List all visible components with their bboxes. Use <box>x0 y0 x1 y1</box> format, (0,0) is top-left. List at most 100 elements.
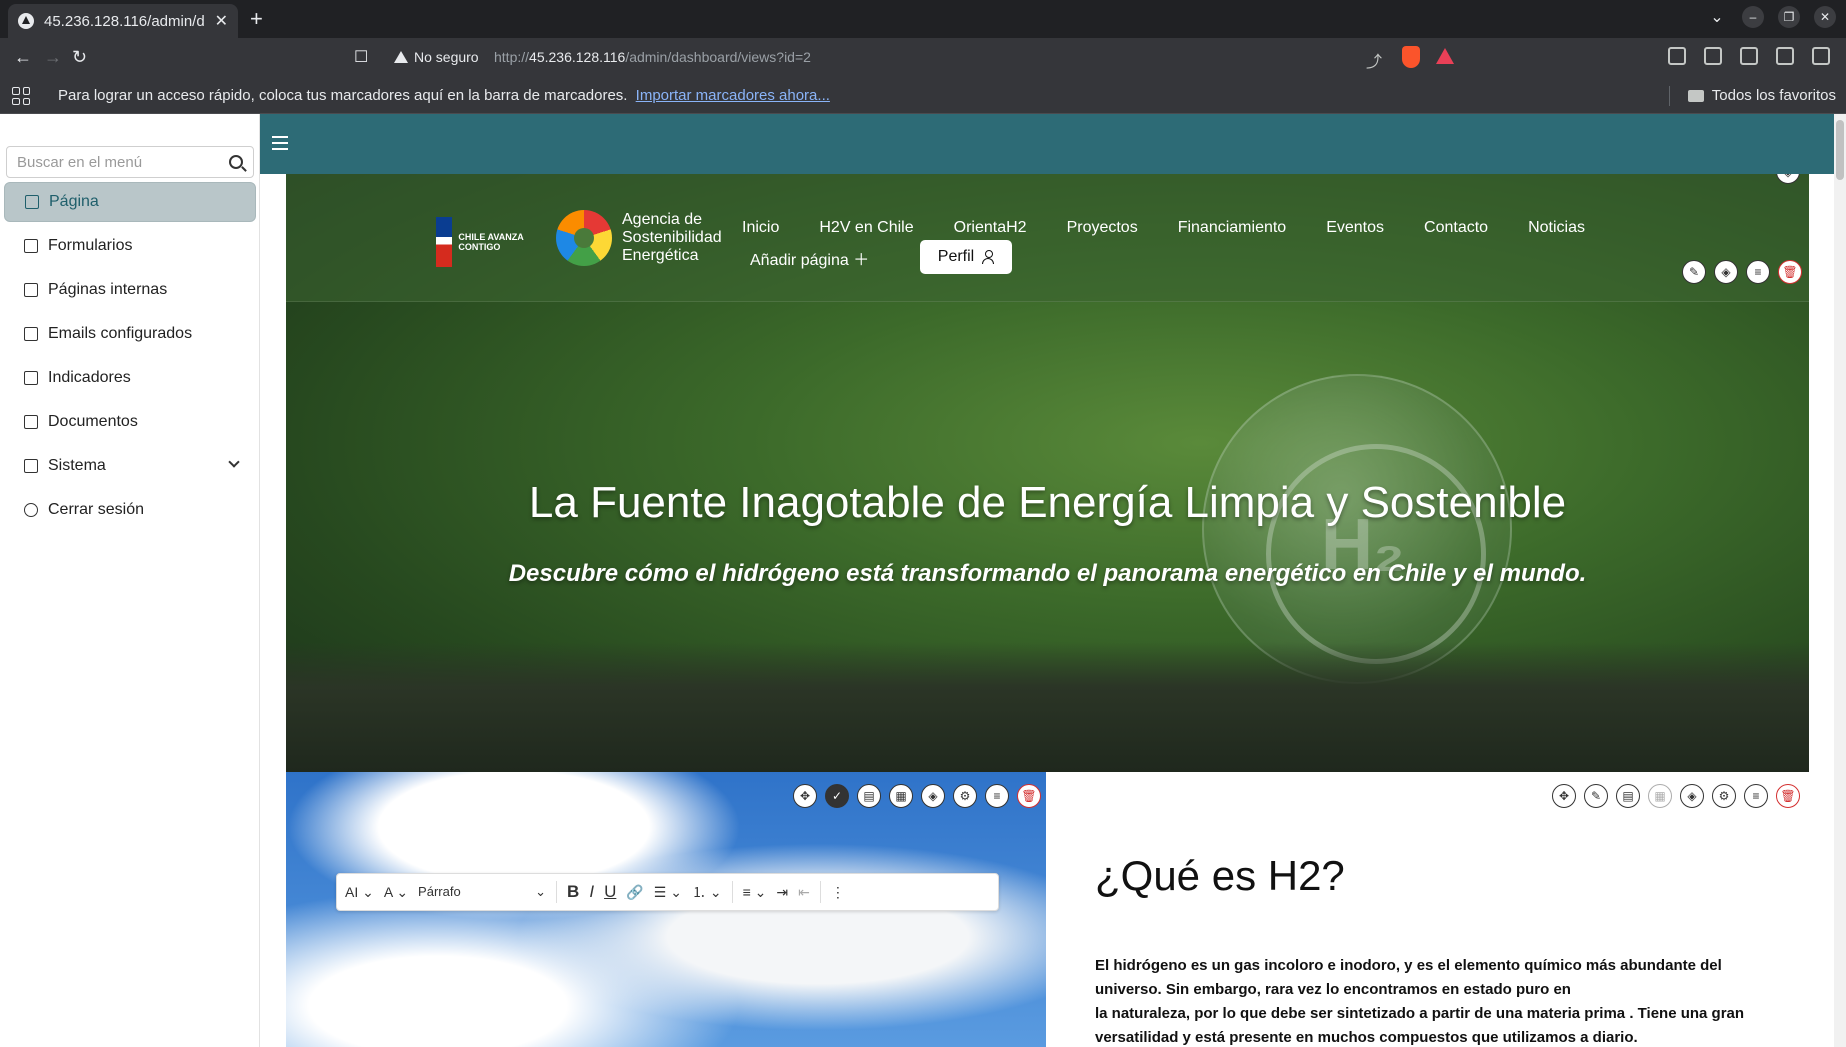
paint-bucket-icon[interactable]: ◈ <box>1714 260 1738 284</box>
scrollbar-thumb[interactable] <box>1836 120 1844 180</box>
link-icon[interactable]: 🔗 <box>626 884 643 901</box>
header-toolbar: ◈ <box>1776 174 1800 184</box>
edit-icon[interactable]: ✎ <box>1584 784 1608 808</box>
close-window-icon[interactable]: ✕ <box>1814 6 1836 28</box>
nav-financiamiento[interactable]: Financiamiento <box>1178 219 1287 237</box>
bullet-list-dropdown[interactable]: ☰ ⌄ <box>654 884 682 901</box>
check-icon[interactable]: ✓ <box>825 784 849 808</box>
import-bookmarks-link[interactable]: Importar marcadores ahora... <box>636 87 830 104</box>
site-header: CHILE AVANZA CONTIGO Agencia de Sostenib… <box>286 174 1809 302</box>
address-input[interactable]: http://45.236.128.116/admin/dashboard/vi… <box>494 49 811 65</box>
gobierno-logo[interactable]: CHILE AVANZA CONTIGO <box>436 216 540 268</box>
delete-icon[interactable]: 🗑 <box>1778 260 1802 284</box>
minimize-icon[interactable]: – <box>1742 6 1764 28</box>
section-title[interactable]: ¿Qué es H2? <box>1095 852 1345 900</box>
restore-icon[interactable]: ❐ <box>1778 6 1800 28</box>
hero-subtitle[interactable]: Descubre cómo el hidrógeno está transfor… <box>286 560 1809 588</box>
forward-icon[interactable]: → <box>44 47 62 68</box>
apps-grid-icon[interactable] <box>12 87 30 105</box>
sidebar-item-cerrar-sesion[interactable]: Cerrar sesión <box>4 490 256 530</box>
nav-noticias[interactable]: Noticias <box>1528 219 1585 237</box>
profile-button[interactable]: Perfil <box>920 240 1012 274</box>
profile-label: Perfil <box>937 248 975 265</box>
url-prefix: http:// <box>494 49 530 65</box>
text-color-dropdown[interactable]: A ⌄ <box>384 884 408 901</box>
security-indicator[interactable]: No seguro <box>394 49 479 65</box>
folder-icon <box>1687 89 1704 102</box>
brave-shield-icon[interactable] <box>1402 46 1420 68</box>
browser-chrome: 45.236.128.116/admin/d ✕ + ⌄ – ❐ ✕ ← → ↻… <box>0 0 1846 114</box>
menu-search[interactable] <box>6 146 254 178</box>
nav-orientah2[interactable]: OrientaH2 <box>954 219 1027 237</box>
paint-bucket-icon[interactable]: ◈ <box>921 784 945 808</box>
nav-contacto[interactable]: Contacto <box>1424 219 1488 237</box>
search-icon[interactable] <box>229 155 243 169</box>
reload-icon[interactable]: ↻ <box>72 47 87 68</box>
menu-icon[interactable] <box>1812 47 1830 65</box>
nav-inicio[interactable]: Inicio <box>742 219 779 237</box>
list-icon[interactable]: ≡ <box>985 784 1009 808</box>
align-dropdown[interactable]: ≡ ⌄ <box>743 884 767 901</box>
bookmark-icon[interactable]: ☐ <box>354 47 368 67</box>
move-icon[interactable]: ✥ <box>1552 784 1576 808</box>
agency-logo[interactable]: Agencia de Sostenibilidad Energética <box>556 210 722 266</box>
list-icon[interactable]: ≡ <box>1746 260 1770 284</box>
back-icon[interactable]: ← <box>14 47 32 68</box>
nav-eventos[interactable]: Eventos <box>1326 219 1384 237</box>
browser-tab[interactable]: 45.236.128.116/admin/d ✕ <box>8 4 238 38</box>
numbered-list-dropdown[interactable]: ⒈ ⌄ <box>692 882 722 902</box>
paint-bucket-icon[interactable]: ◈ <box>1776 174 1800 184</box>
sidebar-item-sistema[interactable]: Sistema <box>4 446 256 486</box>
file-icon[interactable]: ▤ <box>857 784 881 808</box>
bold-icon[interactable]: B <box>567 882 579 902</box>
delete-icon[interactable]: 🗑 <box>1776 784 1800 808</box>
sidebar-item-formularios[interactable]: Formularios <box>4 226 256 266</box>
hero-title[interactable]: La Fuente Inagotable de Energía Limpia y… <box>286 478 1809 528</box>
sidebar-item-pagina[interactable]: Página <box>4 182 256 222</box>
more-options-icon[interactable]: ⋮ <box>831 884 845 901</box>
extensions-icon[interactable] <box>1668 47 1686 65</box>
font-size-dropdown[interactable]: AI ⌄ <box>345 884 374 901</box>
text-block[interactable]: ¿Qué es H2? El hidrógeno es un gas incol… <box>1046 772 1809 1047</box>
indent-icon[interactable]: ⇥ <box>776 884 788 901</box>
sidebar-item-paginas-internas[interactable]: Páginas internas <box>4 270 256 310</box>
all-favorites[interactable]: Todos los favoritos <box>1687 87 1836 104</box>
outdent-icon[interactable]: ⇤ <box>798 884 810 901</box>
add-page-button[interactable]: Añadir página ＋ <box>750 246 869 270</box>
edit-icon[interactable]: ✎ <box>1682 260 1706 284</box>
sidebar-item-emails[interactable]: Emails configurados <box>4 314 256 354</box>
sidebar-toggle-icon[interactable] <box>1704 47 1722 65</box>
sidebar-item-documentos[interactable]: Documentos <box>4 402 256 442</box>
file-icon[interactable]: ▤ <box>1616 784 1640 808</box>
menu-search-input[interactable] <box>17 153 229 171</box>
nav-proyectos[interactable]: Proyectos <box>1067 219 1138 237</box>
tab-list-chevron-icon[interactable]: ⌄ <box>1706 6 1728 28</box>
wallet-icon[interactable] <box>1740 47 1758 65</box>
paint-bucket-icon[interactable]: ◈ <box>1680 784 1704 808</box>
settings-icon[interactable]: ⚙ <box>1712 784 1736 808</box>
underline-icon[interactable]: U <box>604 882 616 902</box>
brave-rewards-icon[interactable] <box>1436 48 1454 64</box>
grid-icon[interactable]: ▦ <box>889 784 913 808</box>
close-tab-icon[interactable]: ✕ <box>215 11 228 31</box>
italic-icon[interactable]: I <box>589 882 594 902</box>
grid-icon[interactable]: ▦ <box>1648 784 1672 808</box>
move-icon[interactable]: ✥ <box>793 784 817 808</box>
new-tab-icon[interactable]: + <box>250 6 263 32</box>
section-paragraph[interactable]: El hidrógeno es un gas incoloro e inodor… <box>1095 954 1775 1047</box>
paragraph-select[interactable]: Párrafo ⌄ <box>418 884 546 900</box>
sidebar-item-indicadores[interactable]: Indicadores <box>4 358 256 398</box>
settings-icon[interactable]: ⚙ <box>953 784 977 808</box>
leo-ai-icon[interactable] <box>1776 47 1794 65</box>
sidebar-item-label: Página <box>49 193 99 210</box>
list-icon[interactable]: ≡ <box>1744 784 1768 808</box>
bookmarks-prompt: Para lograr un acceso rápido, coloca tus… <box>58 87 830 104</box>
delete-icon[interactable]: 🗑 <box>1017 784 1041 808</box>
nav-h2v-en-chile[interactable]: H2V en Chile <box>819 219 913 237</box>
page-scrollbar[interactable] <box>1834 114 1846 1047</box>
share-icon[interactable]: ⤴ <box>1366 48 1382 72</box>
collapse-menu-icon[interactable] <box>272 136 288 150</box>
admin-sidebar: Página Formularios Páginas internas Emai… <box>0 114 260 1047</box>
plus-icon: ＋ <box>853 252 870 269</box>
hero-section[interactable]: H₂ CHILE AVANZA CONTIGO Agencia de Soste… <box>286 174 1809 772</box>
